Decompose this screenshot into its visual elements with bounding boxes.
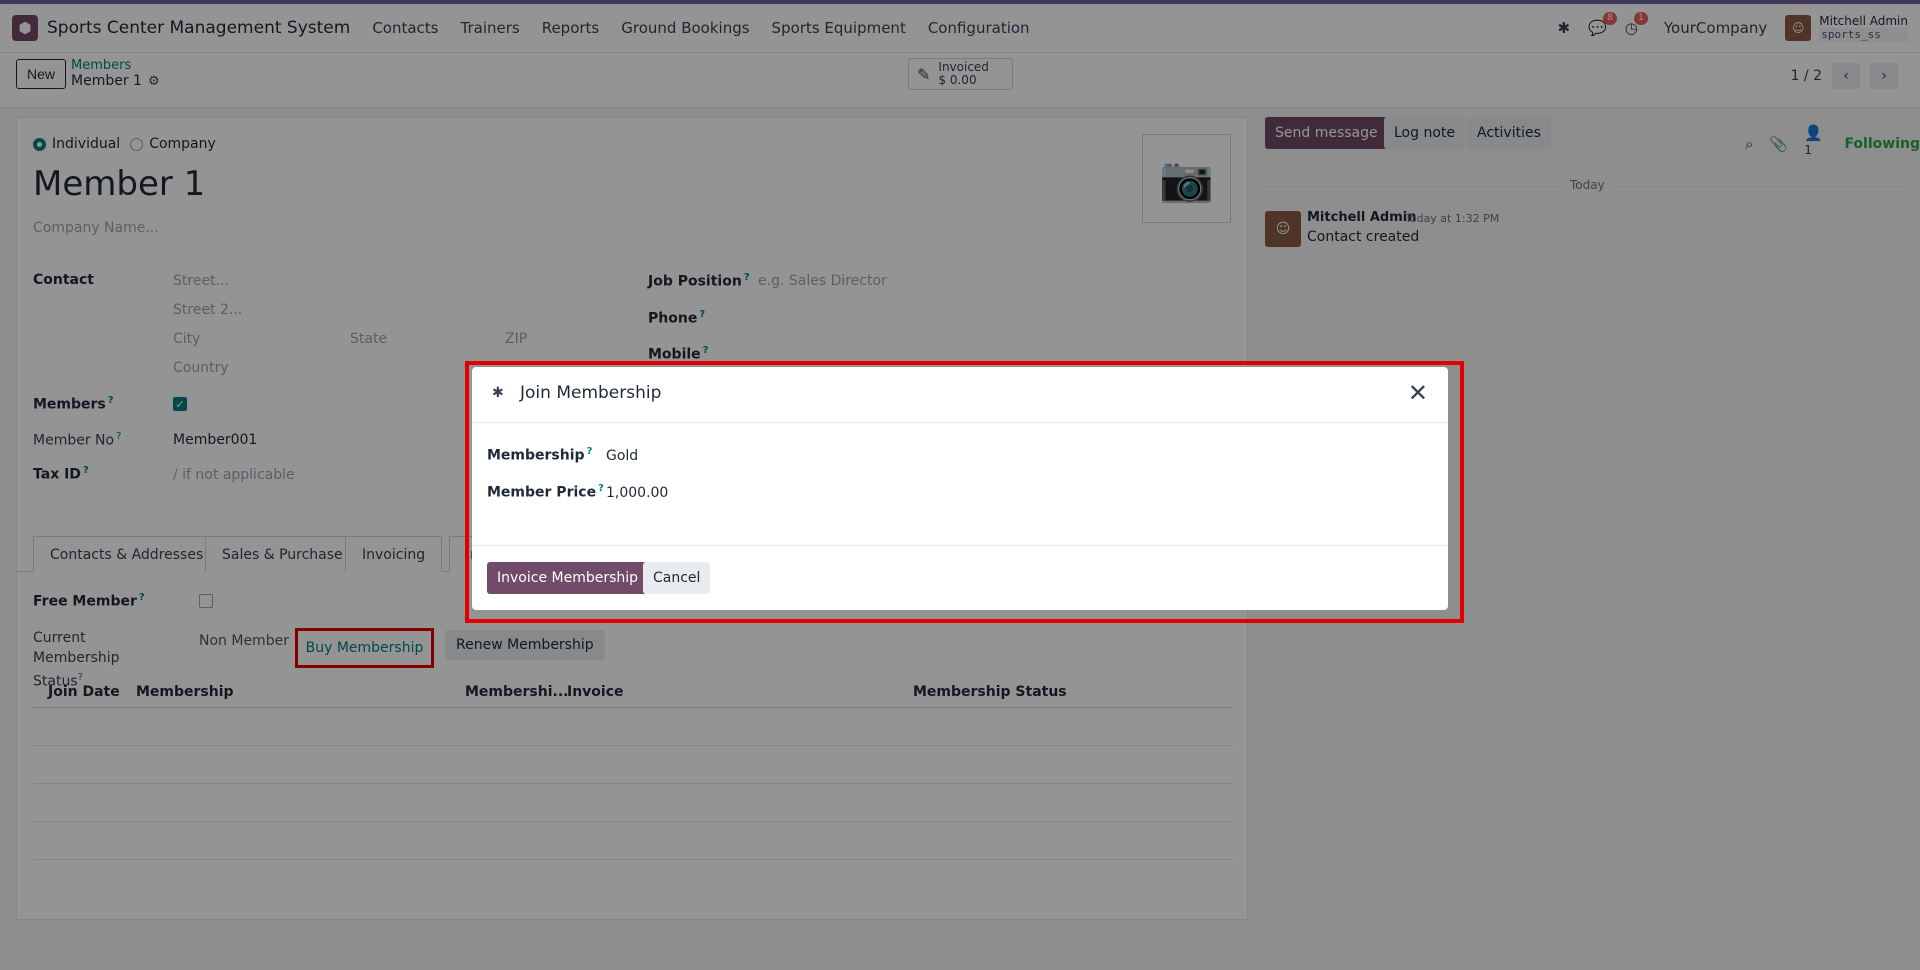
dialog-title: Join Membership xyxy=(520,383,662,403)
help-icon: ? xyxy=(586,446,593,457)
invoice-membership-button[interactable]: Invoice Membership xyxy=(487,562,649,594)
membership-label: Membership? xyxy=(487,446,592,464)
dialog-header: ✱ Join Membership ✕ xyxy=(472,367,1448,423)
cancel-button[interactable]: Cancel xyxy=(643,562,711,594)
help-icon: ? xyxy=(598,483,604,494)
dialog-footer: Invoice Membership Cancel xyxy=(472,545,1448,610)
join-membership-dialog: ✱ Join Membership ✕ Membership? Gold Mem… xyxy=(472,367,1448,610)
close-icon[interactable]: ✕ xyxy=(1408,379,1428,407)
membership-text: Membership xyxy=(487,447,585,464)
member-price-label: Member Price? xyxy=(487,483,604,501)
member-price-input[interactable]: 1,000.00 xyxy=(606,485,668,501)
debug-bug-icon[interactable]: ✱ xyxy=(492,385,504,401)
membership-select[interactable]: Gold xyxy=(606,448,638,464)
member-price-text: Member Price xyxy=(487,484,597,501)
